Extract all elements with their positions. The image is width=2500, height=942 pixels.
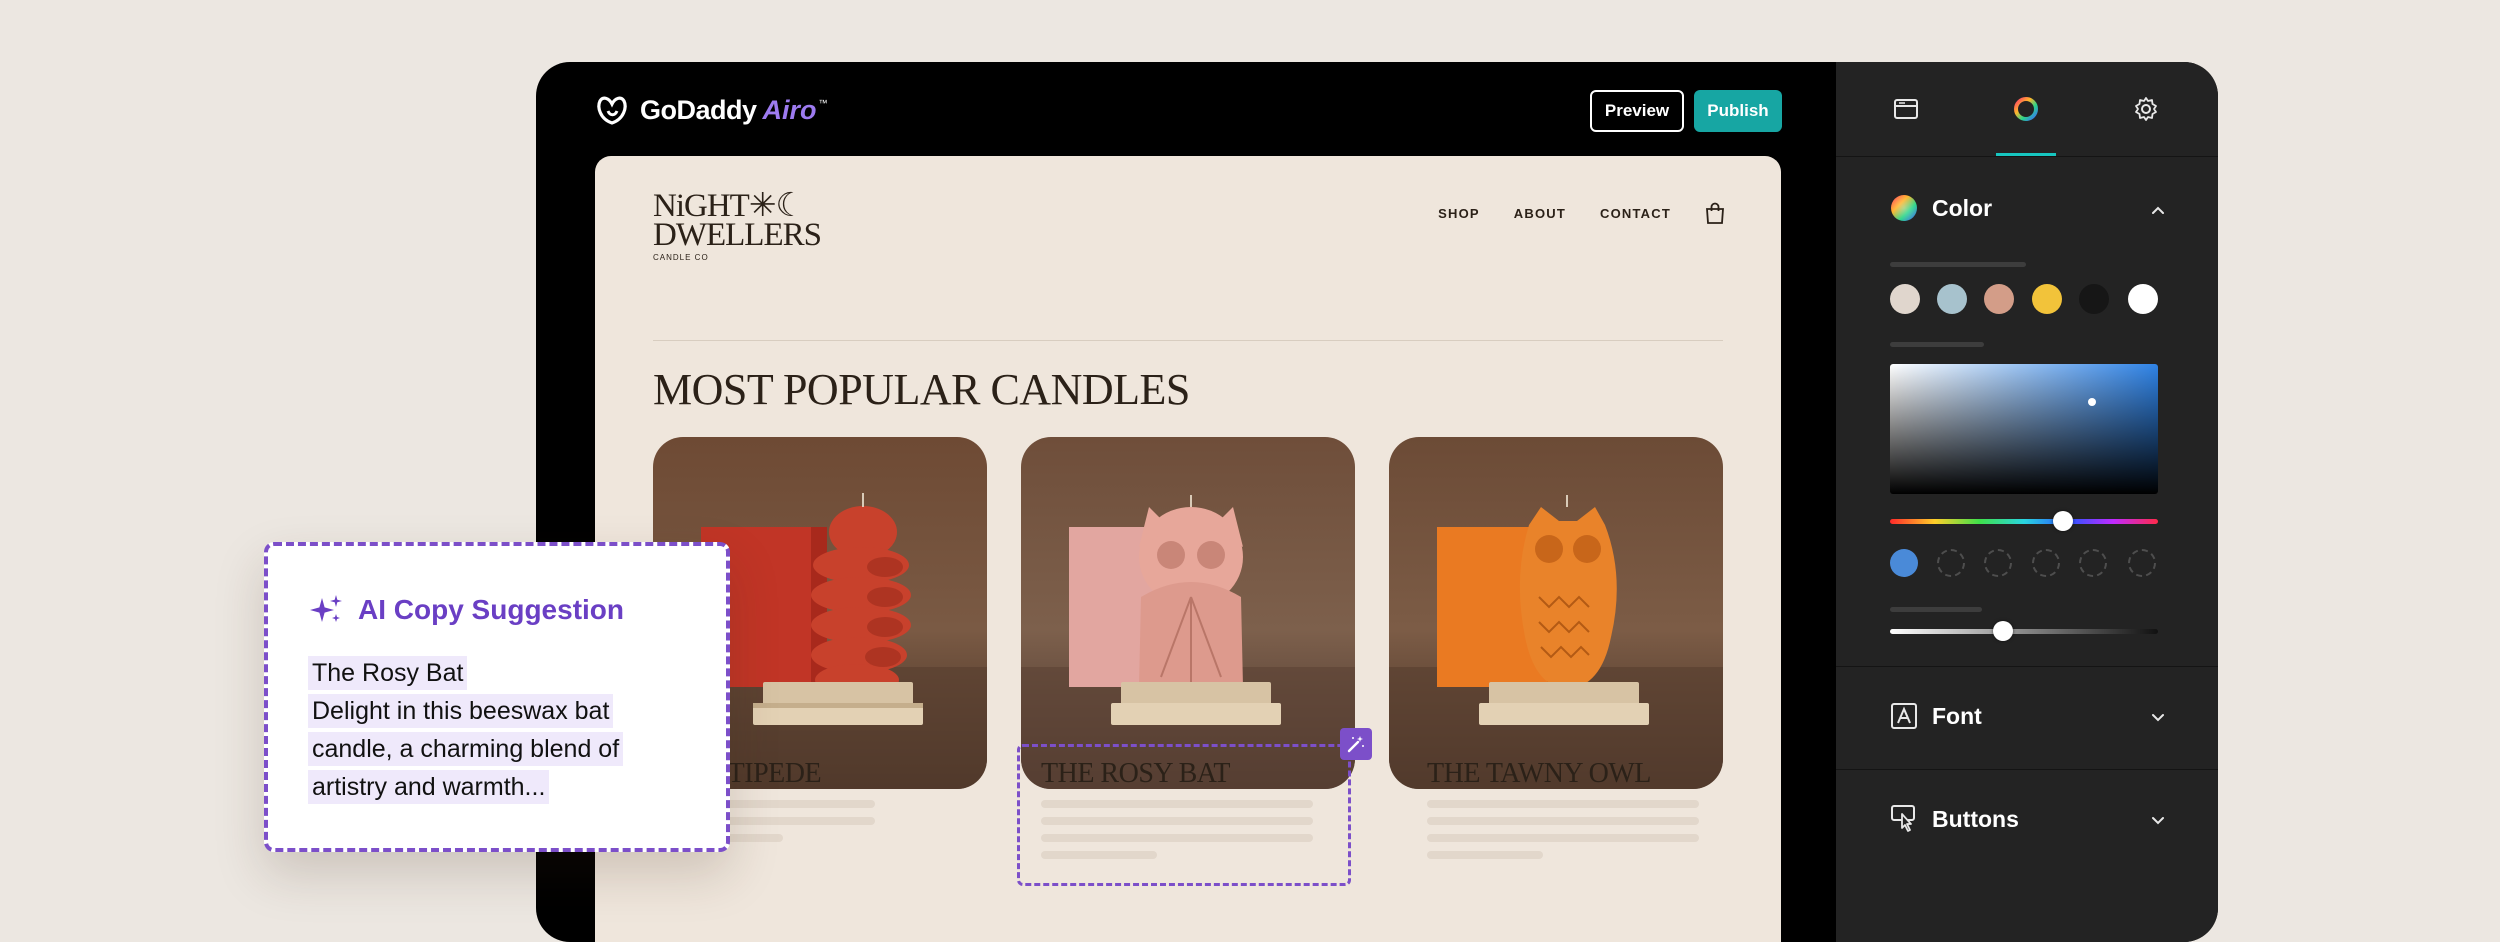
ai-card-header: AI Copy Suggestion (308, 592, 624, 628)
tab-layout[interactable] (1876, 62, 1936, 156)
custom-color-slot-filled[interactable] (1890, 549, 1918, 577)
selected-text-block[interactable] (1017, 744, 1351, 886)
text-placeholder (1427, 817, 1699, 825)
color-section-header[interactable]: Color (1890, 194, 1992, 222)
website-canvas[interactable]: NiGHT✳☾ DWELLERS CANDLE CO SHOP ABOUT CO… (595, 156, 1781, 942)
custom-color-slot[interactable] (2032, 549, 2060, 577)
design-panel: Color Font Buttons (1836, 62, 2218, 942)
swatch-white[interactable] (2128, 284, 2158, 314)
buttons-section-header[interactable]: Buttons (1890, 804, 2019, 834)
swatch-terracotta[interactable] (1984, 284, 2014, 314)
nav-contact[interactable]: CONTACT (1600, 206, 1671, 221)
swatch-beige[interactable] (1890, 284, 1920, 314)
chevron-down-icon[interactable] (2148, 810, 2168, 830)
button-pointer-icon (1891, 805, 1915, 832)
ai-copy-line: Delight in this beeswax bat (308, 694, 614, 728)
site-logo-sub: CANDLE CO (653, 253, 709, 263)
ai-copy-line: The Rosy Bat (308, 656, 468, 690)
rosy-bat-candle-photo (1021, 437, 1355, 789)
ai-copy-suggestion-card[interactable]: AI Copy Suggestion The Rosy Bat Delight … (264, 542, 730, 852)
nav-shop[interactable]: SHOP (1438, 206, 1480, 221)
ai-card-title: AI Copy Suggestion (358, 594, 624, 625)
palette-label-placeholder (1890, 262, 2026, 267)
swatch-black[interactable] (2079, 284, 2109, 314)
tawny-owl-candle-photo (1389, 437, 1723, 789)
nav-about[interactable]: ABOUT (1514, 206, 1566, 221)
ai-copy-line: candle, a charming blend of (308, 732, 624, 766)
chevron-up-icon[interactable] (2148, 200, 2168, 220)
text-placeholder (1427, 834, 1699, 842)
godaddy-logo-icon (597, 96, 627, 125)
product-image-tawny-owl[interactable] (1389, 437, 1723, 789)
opacity-slider-handle[interactable] (1993, 621, 2013, 641)
panel-divider (1836, 156, 2218, 157)
panel-divider (1836, 666, 2218, 667)
opacity-slider[interactable] (1890, 629, 2158, 634)
header-divider (653, 340, 1723, 341)
custom-color-slot[interactable] (1937, 549, 1965, 577)
device-frame: GoDaddy Airo ™ Preview Publish NiGHT✳☾ D… (536, 62, 2218, 942)
panel-divider (1836, 769, 2218, 770)
product-image-rosy-bat[interactable] (1021, 437, 1355, 789)
swatch-blue-grey[interactable] (1937, 284, 1967, 314)
color-palette-icon (1891, 195, 1917, 221)
color-picker-area[interactable] (1890, 364, 2158, 494)
opacity-label-placeholder (1890, 607, 1982, 612)
custom-color-slot[interactable] (2079, 549, 2107, 577)
section-title[interactable]: MOST POPULAR CANDLES (653, 364, 1190, 415)
ai-magic-wand-button[interactable] (1340, 728, 1372, 760)
font-icon (1891, 703, 1917, 729)
swatch-yellow[interactable] (2032, 284, 2062, 314)
chevron-down-icon[interactable] (2148, 707, 2168, 727)
text-placeholder (1427, 851, 1543, 859)
publish-button[interactable]: Publish (1694, 90, 1782, 132)
picker-label-placeholder (1890, 342, 1984, 347)
color-section-title: Color (1932, 194, 1993, 221)
magic-wand-icon (1347, 736, 1364, 753)
buttons-section-title: Buttons (1932, 805, 2019, 832)
tab-settings[interactable] (2116, 62, 2176, 156)
brand-name: GoDaddy (640, 94, 757, 125)
hue-slider-handle[interactable] (2053, 511, 2073, 531)
color-wheel-icon (2014, 97, 2038, 121)
ai-copy-line: artistry and warmth... (308, 770, 550, 804)
ai-suggested-copy[interactable]: The Rosy Bat Delight in this beeswax bat… (308, 656, 688, 808)
godaddy-logo[interactable]: GoDaddy Airo ™ (594, 93, 828, 127)
brand-accent: Airo (762, 94, 817, 125)
text-placeholder (1427, 800, 1699, 808)
site-logo-line2: DWELLERS (653, 217, 822, 254)
tab-color[interactable] (1996, 62, 2056, 156)
trademark-symbol: ™ (818, 98, 828, 108)
settings-gear-icon (2135, 97, 2157, 121)
preview-button[interactable]: Preview (1590, 90, 1684, 132)
site-nav: SHOP ABOUT CONTACT (1438, 202, 1725, 224)
layout-icon (1894, 99, 1918, 119)
font-section-header[interactable]: Font (1890, 702, 1982, 730)
custom-color-slot[interactable] (1984, 549, 2012, 577)
color-picker-handle[interactable] (2088, 398, 2096, 406)
custom-color-slot[interactable] (2128, 549, 2156, 577)
shopping-bag-icon[interactable] (1705, 202, 1725, 224)
hue-slider[interactable] (1890, 519, 2158, 524)
editor-topbar: GoDaddy Airo ™ Preview Publish (536, 62, 1836, 156)
product-name-tawny-owl[interactable]: THE TAWNY OWL (1427, 758, 1651, 790)
font-section-title: Font (1932, 702, 1982, 729)
site-logo[interactable]: NiGHT✳☾ DWELLERS CANDLE CO (653, 189, 822, 263)
sparkle-icon (310, 595, 342, 622)
